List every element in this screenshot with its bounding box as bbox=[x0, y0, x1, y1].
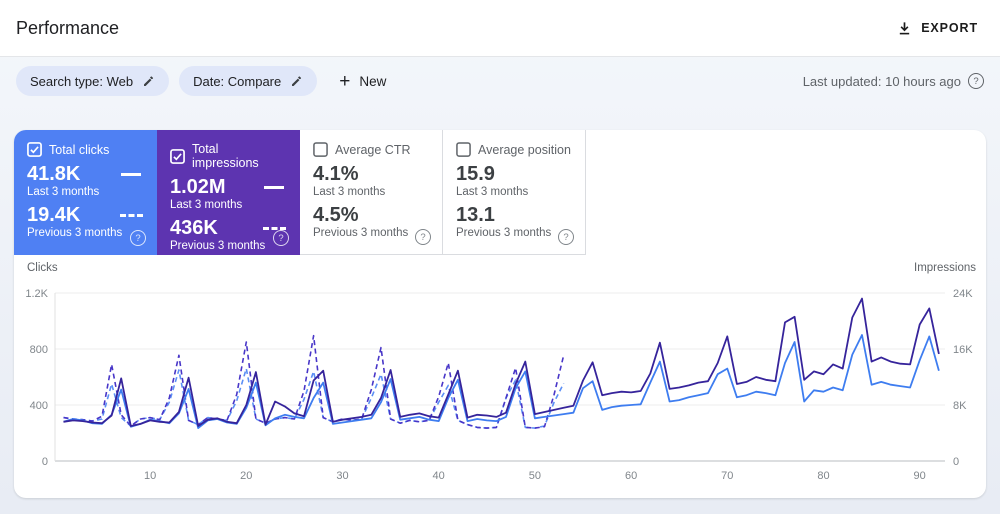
tile-value-previous: 4.5% bbox=[313, 205, 359, 226]
chart-tick-label: 400 bbox=[30, 400, 48, 412]
performance-chart-svg: 0 400 800 1.2K 0 8K 16K 24K 10 20 30 40 50 60 70 80 90 Cl… bbox=[14, 255, 986, 498]
page-title: Performance bbox=[16, 18, 119, 39]
tile-label: Total impressions bbox=[192, 142, 287, 170]
chart-tick-label: 1.2K bbox=[25, 288, 48, 300]
tile-period-previous: Previous 3 months bbox=[27, 227, 144, 239]
chart-tick-label: 8K bbox=[953, 400, 967, 412]
tile-period-current: Last 3 months bbox=[456, 186, 572, 198]
checkbox-unchecked-icon[interactable] bbox=[456, 142, 471, 157]
tile-value-current: 15.9 bbox=[456, 164, 495, 185]
chart-tick-label: 30 bbox=[336, 470, 348, 482]
solid-line-icon bbox=[264, 186, 284, 189]
chart-tick-label: 0 bbox=[953, 456, 959, 468]
chart-tick-label: 16K bbox=[953, 344, 973, 356]
chart-tick-label: 70 bbox=[721, 470, 733, 482]
chart-tick-label: 60 bbox=[625, 470, 637, 482]
tile-label: Average position bbox=[478, 143, 571, 157]
search-type-chip[interactable]: Search type: Web bbox=[16, 66, 169, 96]
checkbox-checked-icon[interactable] bbox=[27, 142, 42, 157]
chart-tick-label: Clicks bbox=[27, 262, 58, 274]
tile-total-clicks[interactable]: Total clicks 41.8K Last 3 months 19.4K P… bbox=[14, 130, 157, 255]
tile-average-position[interactable]: Average position 15.9 Last 3 months 13.1… bbox=[443, 130, 586, 255]
tile-period-current: Last 3 months bbox=[313, 186, 429, 198]
date-compare-chip-label: Date: Compare bbox=[193, 74, 281, 89]
export-button[interactable]: EXPORT bbox=[891, 15, 984, 42]
download-icon bbox=[897, 21, 912, 36]
search-type-chip-label: Search type: Web bbox=[30, 74, 133, 89]
top-bar: Performance EXPORT bbox=[0, 0, 1000, 57]
plus-icon: + bbox=[339, 72, 350, 91]
tile-value-previous: 19.4K bbox=[27, 205, 80, 226]
edit-pencil-icon bbox=[142, 75, 155, 88]
tile-value-current: 4.1% bbox=[313, 164, 359, 185]
last-updated-text: Last updated: 10 hours ago bbox=[803, 74, 961, 89]
chart-tick-label: 80 bbox=[817, 470, 829, 482]
tile-total-impressions[interactable]: Total impressions 1.02M Last 3 months 43… bbox=[157, 130, 300, 255]
tile-period-previous: Previous 3 months bbox=[313, 227, 429, 239]
last-updated-help-icon[interactable]: ? bbox=[968, 73, 984, 89]
tile-average-ctr[interactable]: Average CTR 4.1% Last 3 months 4.5% Prev… bbox=[300, 130, 443, 255]
filter-bar: Search type: Web Date: Compare + New Las… bbox=[0, 57, 1000, 130]
tile-label: Average CTR bbox=[335, 143, 411, 157]
metric-tiles: Total clicks 41.8K Last 3 months 19.4K P… bbox=[14, 130, 986, 255]
tile-value-previous: 436K bbox=[170, 218, 218, 239]
chart-tick-label: Impressions bbox=[914, 262, 976, 274]
tile-label: Total clicks bbox=[49, 143, 109, 157]
date-compare-chip[interactable]: Date: Compare bbox=[179, 66, 317, 96]
chart-tick-label: 50 bbox=[529, 470, 541, 482]
tile-help-icon[interactable]: ? bbox=[273, 230, 289, 246]
last-updated: Last updated: 10 hours ago ? bbox=[803, 66, 984, 96]
tile-period-previous: Previous 3 months bbox=[170, 240, 287, 252]
new-filter-label: New bbox=[359, 74, 386, 89]
chart-tick-label: 800 bbox=[30, 344, 48, 356]
chart-tick-label: 40 bbox=[433, 470, 445, 482]
export-label: EXPORT bbox=[921, 21, 978, 35]
tile-period-current: Last 3 months bbox=[170, 199, 287, 211]
chart-tick-label: 90 bbox=[914, 470, 926, 482]
performance-chart: 0 400 800 1.2K 0 8K 16K 24K 10 20 30 40 50 60 70 80 90 Cl… bbox=[14, 255, 986, 498]
new-filter-button[interactable]: + New bbox=[327, 66, 398, 96]
tile-help-icon[interactable]: ? bbox=[130, 230, 146, 246]
chart-series-line bbox=[64, 299, 939, 426]
checkbox-unchecked-icon[interactable] bbox=[313, 142, 328, 157]
tile-help-icon[interactable]: ? bbox=[558, 229, 574, 245]
performance-card: Total clicks 41.8K Last 3 months 19.4K P… bbox=[14, 130, 986, 498]
tile-value-current: 41.8K bbox=[27, 164, 80, 185]
tile-help-icon[interactable]: ? bbox=[415, 229, 431, 245]
tile-value-previous: 13.1 bbox=[456, 205, 495, 226]
chart-tick-label: 24K bbox=[953, 288, 973, 300]
tile-period-current: Last 3 months bbox=[27, 186, 144, 198]
chart-tick-label: 20 bbox=[240, 470, 252, 482]
edit-pencil-icon bbox=[290, 75, 303, 88]
solid-line-icon bbox=[121, 173, 141, 176]
checkbox-checked-icon[interactable] bbox=[170, 149, 185, 164]
tile-value-current: 1.02M bbox=[170, 177, 226, 198]
tile-period-previous: Previous 3 months bbox=[456, 227, 572, 239]
chart-tick-label: 0 bbox=[42, 456, 48, 468]
chart-tick-label: 10 bbox=[144, 470, 156, 482]
dashed-line-icon bbox=[120, 214, 143, 217]
